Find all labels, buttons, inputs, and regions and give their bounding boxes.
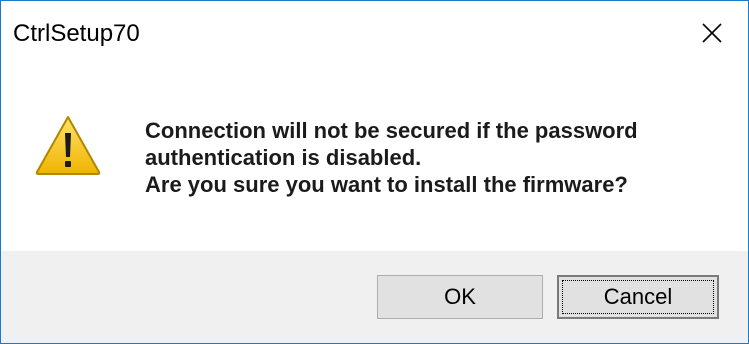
title-bar[interactable]: CtrlSetup70: [1, 1, 748, 65]
dialog-window: CtrlSetup70 Connection will not be secur…: [0, 0, 749, 344]
cancel-button[interactable]: Cancel: [557, 275, 719, 319]
button-bar: OK Cancel: [1, 251, 748, 343]
message-line-1: Connection will not be secured if the pa…: [145, 118, 638, 143]
focus-indicator: [562, 280, 714, 314]
ok-button-label: OK: [444, 284, 476, 309]
window-title: CtrlSetup70: [13, 20, 140, 47]
close-button[interactable]: [676, 1, 748, 65]
close-icon: [702, 23, 722, 43]
warning-icon: [35, 116, 101, 175]
message-text: Connection will not be secured if the pa…: [145, 117, 638, 198]
dialog-body: Connection will not be secured if the pa…: [1, 65, 748, 251]
message-line-3: Are you sure you want to install the fir…: [145, 172, 628, 197]
message-line-2: authentication is disabled.: [145, 145, 422, 170]
ok-button[interactable]: OK: [377, 275, 543, 319]
